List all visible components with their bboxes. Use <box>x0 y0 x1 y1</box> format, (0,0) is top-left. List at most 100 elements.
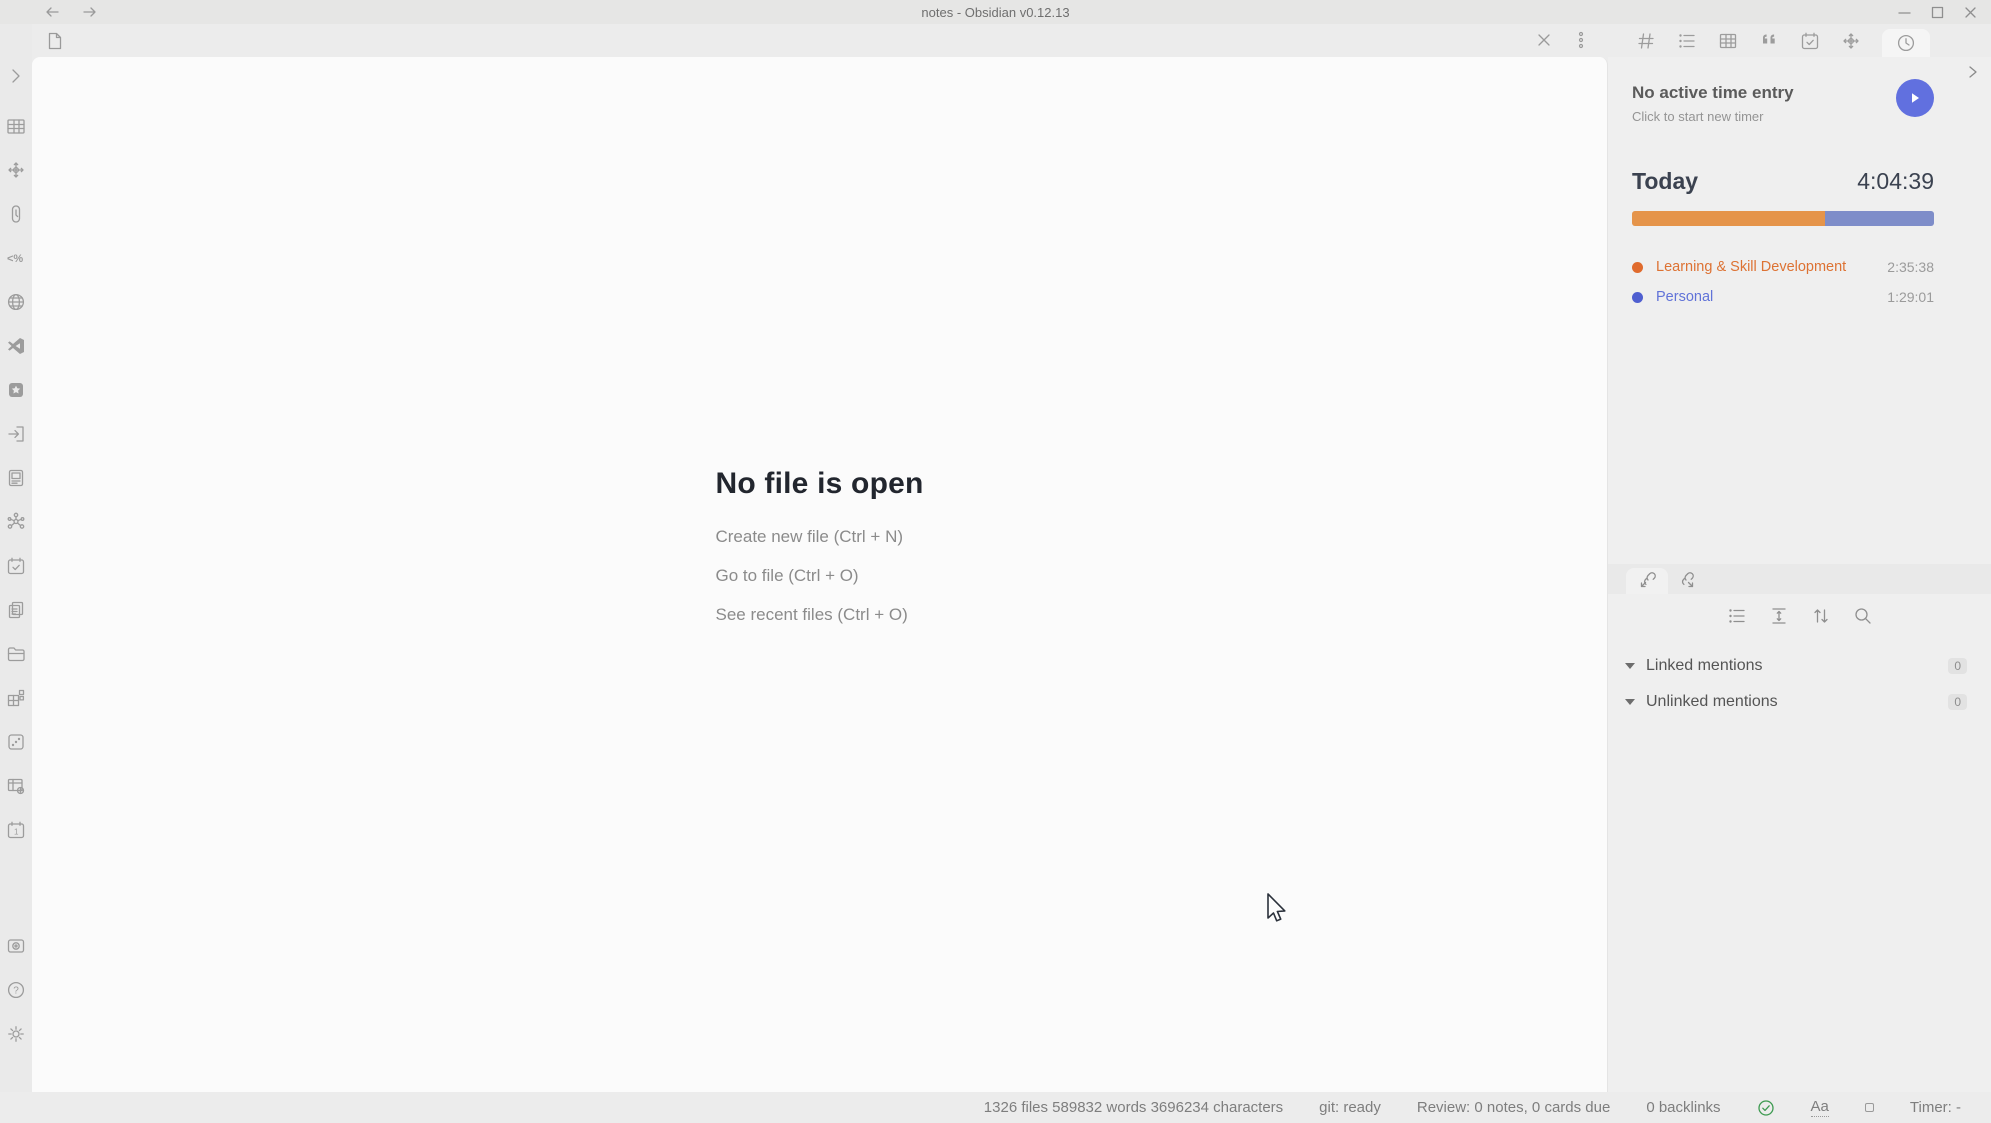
legend-time: 2:35:38 <box>1887 259 1934 275</box>
linked-mentions-section[interactable]: Linked mentions 0 <box>1608 648 1991 684</box>
editor-pane: No file is open Create new file (Ctrl + … <box>32 24 1608 1092</box>
tab-graph-move-icon[interactable] <box>1841 31 1861 51</box>
text-format-toggle[interactable]: Aa <box>1811 1098 1829 1117</box>
calendar-check-icon[interactable] <box>6 556 26 576</box>
tab-table-icon[interactable] <box>1718 31 1738 51</box>
tab-quote-icon[interactable] <box>1759 31 1779 51</box>
sort-icon[interactable] <box>1811 606 1831 626</box>
table-icon[interactable] <box>6 116 26 136</box>
collapse-triangle-icon <box>1625 663 1635 669</box>
tab-outgoing-links[interactable] <box>1668 568 1710 594</box>
sync-ok-icon[interactable] <box>1757 1099 1775 1117</box>
copy-files-icon[interactable] <box>6 600 26 620</box>
settings-icon[interactable] <box>6 1024 26 1044</box>
dice-icon[interactable] <box>6 732 26 752</box>
timer-legend: Learning & Skill Development 2:35:38 Per… <box>1632 252 1934 312</box>
see-recent-files-link[interactable]: See recent files (Ctrl + O) <box>715 605 923 625</box>
outgoing-links-icon <box>1679 571 1699 591</box>
tab-incoming-links[interactable] <box>1626 568 1668 594</box>
vault-stats: 1326 files 589832 words 3696234 characte… <box>984 1099 1283 1116</box>
empty-state-title: No file is open <box>715 467 923 501</box>
tab-calendar-check-icon[interactable] <box>1800 31 1820 51</box>
svg-text:<%: <% <box>7 253 23 265</box>
status-bar: 1326 files 589832 words 3696234 characte… <box>0 1092 1991 1123</box>
legend-row-personal[interactable]: Personal 1:29:01 <box>1632 282 1934 312</box>
git-status[interactable]: git: ready <box>1319 1099 1381 1116</box>
presentation-icon[interactable] <box>6 468 26 488</box>
graph-move-icon[interactable] <box>6 160 26 180</box>
go-to-file-link[interactable]: Go to file (Ctrl + O) <box>715 566 923 586</box>
timer-subline[interactable]: Click to start new timer <box>1632 109 1896 124</box>
create-new-file-link[interactable]: Create new file (Ctrl + N) <box>715 527 923 547</box>
window-title: notes - Obsidian v0.12.13 <box>0 5 1991 20</box>
expand-vertical-icon[interactable] <box>1769 606 1789 626</box>
minimize-icon[interactable] <box>1898 6 1911 19</box>
vscode-icon[interactable] <box>6 336 26 356</box>
help-icon[interactable]: ? <box>6 980 26 1000</box>
legend-label[interactable]: Personal <box>1656 289 1713 305</box>
timer-headline: No active time entry <box>1632 83 1896 103</box>
tab-bullet-list-icon[interactable] <box>1677 31 1697 51</box>
editor-header <box>32 24 1608 57</box>
folder-icon[interactable] <box>6 644 26 664</box>
legend-dot-blue <box>1632 292 1643 303</box>
backlinks-count[interactable]: 0 backlinks <box>1646 1099 1720 1116</box>
vault-switcher-icon[interactable] <box>6 936 26 956</box>
maximize-icon[interactable] <box>1931 6 1944 19</box>
close-pane-icon[interactable] <box>1536 32 1552 48</box>
legend-label[interactable]: Learning & Skill Development <box>1656 259 1846 275</box>
today-progress-bar <box>1632 211 1934 226</box>
progress-segment-learning <box>1632 211 1825 226</box>
right-sidebar: No active time entry Click to start new … <box>1608 24 1991 1092</box>
left-ribbon: <% 1 ? <box>0 24 32 1092</box>
progress-segment-personal <box>1825 211 1934 226</box>
forward-arrow-icon[interactable] <box>82 5 98 19</box>
today-label: Today <box>1632 168 1698 195</box>
tab-clock-icon <box>1896 33 1916 53</box>
incoming-links-icon <box>1637 571 1657 591</box>
close-icon[interactable] <box>1964 6 1977 19</box>
legend-row-learning[interactable]: Learning & Skill Development 2:35:38 <box>1632 252 1934 282</box>
search-icon[interactable] <box>1853 606 1873 626</box>
mini-square-icon[interactable] <box>1865 1103 1874 1112</box>
starred-icon[interactable] <box>6 380 26 400</box>
more-options-icon[interactable] <box>1578 31 1584 49</box>
section-label: Linked mentions <box>1646 657 1763 675</box>
expand-left-sidebar-icon[interactable] <box>6 66 26 86</box>
empty-state: No file is open Create new file (Ctrl + … <box>715 467 923 644</box>
tab-clock-active[interactable] <box>1882 29 1930 57</box>
section-label: Unlinked mentions <box>1646 693 1778 711</box>
bullet-list-icon[interactable] <box>1727 606 1747 626</box>
review-status[interactable]: Review: 0 notes, 0 cards due <box>1417 1099 1610 1116</box>
templater-icon[interactable]: <% <box>6 248 26 268</box>
mentions-pane: Linked mentions 0 Unlinked mentions 0 <box>1608 594 1991 1092</box>
back-arrow-icon[interactable] <box>44 5 60 19</box>
legend-time: 1:29:01 <box>1887 289 1934 305</box>
day-planner-icon[interactable]: 1 <box>6 820 26 840</box>
database-icon[interactable] <box>6 776 26 796</box>
random-grid-icon[interactable] <box>6 688 26 708</box>
web-icon[interactable] <box>6 292 26 312</box>
mentions-tabbar <box>1608 564 1991 594</box>
count-badge: 0 <box>1948 694 1967 710</box>
sign-in-icon[interactable] <box>6 424 26 444</box>
svg-text:?: ? <box>13 986 19 997</box>
graph-icon[interactable] <box>6 512 26 532</box>
svg-text:1: 1 <box>14 828 19 837</box>
titlebar: notes - Obsidian v0.12.13 <box>0 0 1991 24</box>
right-sidebar-tabbar <box>1608 24 1991 57</box>
collapse-triangle-icon <box>1625 699 1635 705</box>
editor-body: No file is open Create new file (Ctrl + … <box>32 57 1608 1092</box>
unlinked-mentions-section[interactable]: Unlinked mentions 0 <box>1608 684 1991 720</box>
file-icon[interactable] <box>46 31 64 51</box>
count-badge: 0 <box>1948 658 1967 674</box>
clip-icon[interactable] <box>6 204 26 224</box>
tab-hash-icon[interactable] <box>1636 31 1656 51</box>
start-timer-button[interactable] <box>1896 79 1934 117</box>
mentions-toolbar <box>1608 606 1991 626</box>
legend-dot-orange <box>1632 262 1643 273</box>
timer-status[interactable]: Timer: - <box>1910 1099 1961 1116</box>
play-icon <box>1908 91 1922 105</box>
today-total-time: 4:04:39 <box>1857 168 1934 195</box>
timer-pane: No active time entry Click to start new … <box>1608 57 1991 565</box>
